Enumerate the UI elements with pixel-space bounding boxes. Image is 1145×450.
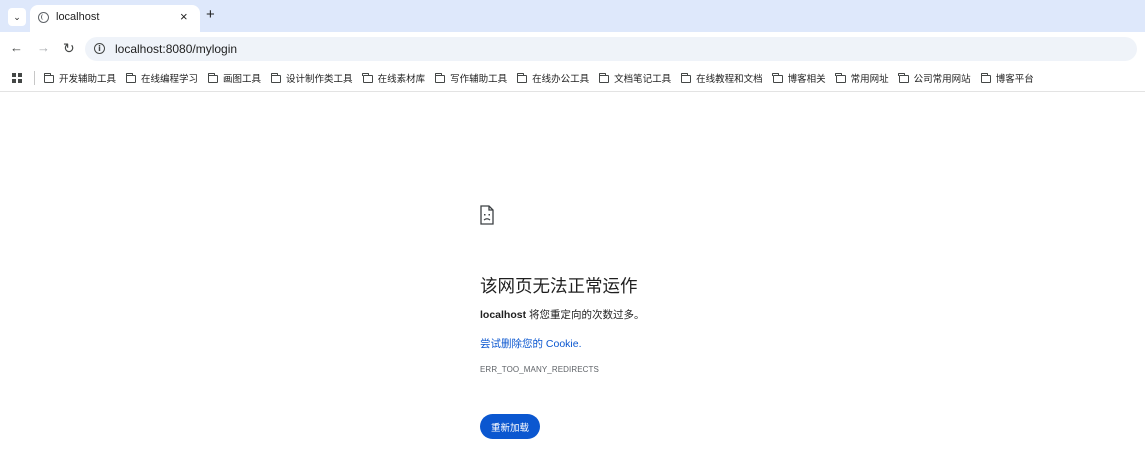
bookmark-label: 博客平台: [995, 74, 1034, 85]
forward-button[interactable]: →: [37, 41, 50, 55]
globe-icon: [38, 12, 49, 23]
bookmark-label: 设计制作类工具: [286, 74, 353, 85]
apps-icon[interactable]: [12, 73, 22, 83]
bookmark-folder[interactable]: 文档笔记工具: [598, 70, 672, 86]
bookmark-folder[interactable]: 在线教程和文档: [680, 70, 763, 86]
error-code: ERR_TOO_MANY_REDIRECTS: [480, 365, 599, 374]
close-tab-button[interactable]: ×: [180, 9, 188, 25]
bookmark-label: 博客相关: [787, 74, 826, 85]
tab-search-menu-button[interactable]: ⌄: [8, 8, 26, 26]
bookmark-label: 开发辅助工具: [59, 74, 117, 85]
error-title: 该网页无法正常运作: [480, 276, 638, 296]
sad-document-icon: [480, 205, 494, 225]
browser-toolbar: ← → ↻ i localhost:8080/mylogin: [0, 32, 1145, 65]
address-bar[interactable]: i localhost:8080/mylogin: [85, 37, 1137, 61]
reload-page-button[interactable]: 重新加载: [480, 414, 540, 439]
folder-icon: [207, 72, 219, 83]
bookmark-label: 公司常用网站: [913, 74, 971, 85]
bookmark-label: 在线办公工具: [532, 74, 590, 85]
folder-icon: [362, 72, 373, 83]
bookmark-folder[interactable]: 画图工具: [207, 70, 262, 86]
link-suffix: .: [578, 338, 582, 350]
folder-icon: [434, 72, 446, 83]
bookmark-label: 在线教程和文档: [696, 74, 763, 85]
bookmark-label: 画图工具: [223, 74, 262, 85]
folder-icon: [680, 72, 692, 83]
bookmark-folder[interactable]: 常用网址: [835, 70, 889, 86]
error-description: localhost 将您重定向的次数过多。: [480, 307, 645, 322]
folder-icon: [772, 72, 783, 83]
bookmark-label: 在线素材库: [377, 74, 426, 85]
new-tab-button[interactable]: +: [206, 7, 215, 23]
bookmark-folder[interactable]: 写作辅助工具: [434, 70, 508, 86]
chevron-down-icon: ⌄: [13, 11, 21, 22]
active-tab[interactable]: localhost ×: [30, 5, 200, 32]
clear-cookies-link[interactable]: 尝试删除您的 Cookie: [480, 338, 579, 350]
bookmark-label: 写作辅助工具: [450, 74, 508, 85]
error-message: 将您重定向的次数过多。: [526, 309, 645, 321]
error-host: localhost: [480, 309, 527, 321]
info-icon[interactable]: i: [94, 43, 105, 54]
folder-icon: [43, 72, 54, 83]
folder-icon: [516, 72, 528, 83]
folder-icon: [835, 72, 846, 83]
bookmarks-divider: [34, 71, 35, 85]
bookmark-folder[interactable]: 在线办公工具: [516, 70, 590, 86]
error-content: 该网页无法正常运作 localhost 将您重定向的次数过多。 尝试删除您的 C…: [480, 91, 1080, 450]
clear-cookies-suggestion: 尝试删除您的 Cookie.: [480, 336, 582, 351]
url-text[interactable]: localhost:8080/mylogin: [115, 42, 237, 56]
bookmarks-bar: 开发辅助工具 在线编程学习 画图工具 设计制作类工具 在线素材库 写作辅助工具 在线办公工具…: [0, 65, 1145, 92]
tab-title: localhost: [56, 11, 100, 23]
bookmark-folder[interactable]: 设计制作类工具: [270, 70, 353, 86]
bookmark-label: 文档笔记工具: [614, 74, 672, 85]
bookmark-folder[interactable]: 开发辅助工具: [43, 70, 117, 86]
reload-button[interactable]: ↻: [63, 41, 75, 55]
folder-icon: [898, 72, 909, 83]
bookmark-label: 在线编程学习: [141, 74, 199, 85]
bookmark-folder[interactable]: 公司常用网站: [898, 70, 971, 86]
bookmark-folder[interactable]: 在线编程学习: [125, 70, 199, 86]
bookmark-folder[interactable]: 在线素材库: [362, 70, 426, 86]
folder-icon: [980, 72, 991, 83]
folder-icon: [270, 72, 282, 83]
folder-icon: [598, 72, 610, 83]
back-button[interactable]: ←: [10, 41, 23, 55]
bookmark-folder[interactable]: 博客平台: [980, 70, 1034, 86]
bookmark-label: 常用网址: [850, 74, 889, 85]
folder-icon: [125, 72, 137, 83]
bookmark-folder-list: 开发辅助工具 在线编程学习 画图工具 设计制作类工具 在线素材库 写作辅助工具 在线办公工具…: [43, 70, 1034, 86]
bookmark-folder[interactable]: 博客相关: [772, 70, 826, 86]
tab-strip: ⌄ localhost × +: [0, 0, 1145, 32]
